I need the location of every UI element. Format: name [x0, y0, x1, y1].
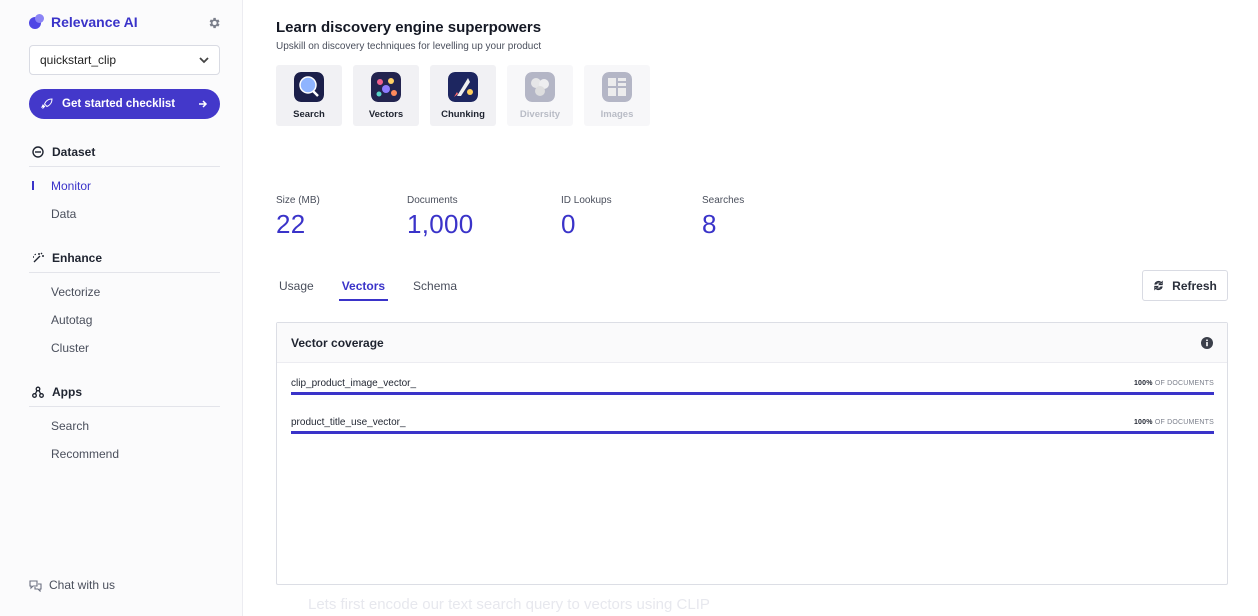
topic-card-vectors[interactable]: Vectors	[353, 65, 419, 126]
divider	[29, 272, 220, 273]
background-content-text: Lets first encode our text search query …	[308, 596, 710, 613]
stat-value: 1,000	[407, 209, 474, 239]
topic-cards: Search Vectors Chunking Diversity Images	[276, 65, 650, 126]
chunking-topic-icon	[448, 72, 478, 102]
page-title: Learn discovery engine superpowers	[276, 19, 542, 36]
dataset-icon	[32, 146, 44, 158]
panel-title: Vector coverage	[291, 335, 384, 350]
topic-label: Diversity	[519, 109, 561, 120]
brand-name: Relevance AI	[51, 14, 138, 30]
get-started-checklist-button[interactable]: Get started checklist	[29, 89, 220, 119]
sidebar-item-data[interactable]: Data	[51, 207, 76, 221]
chat-label: Chat with us	[49, 578, 116, 592]
coverage-percent: 100%	[1133, 419, 1153, 426]
page-subtitle: Upskill on discovery techniques for leve…	[276, 41, 542, 52]
magic-wand-icon	[33, 252, 44, 263]
divider	[29, 166, 220, 167]
topic-card-chunking[interactable]: Chunking	[430, 65, 496, 126]
nav-section-enhance[interactable]: Enhance	[32, 251, 102, 265]
active-indicator	[32, 181, 34, 190]
checklist-label: Get started checklist	[62, 98, 176, 110]
tab-usage[interactable]: Usage	[276, 279, 317, 301]
refresh-button[interactable]: Refresh	[1142, 270, 1228, 301]
dataset-select-value: quickstart_clip	[40, 53, 117, 67]
vector-row: product_title_use_vector_ 100% OF DOCUME…	[291, 417, 1214, 434]
stat-id-lookups: ID Lookups 0	[561, 195, 612, 240]
gear-icon[interactable]	[207, 16, 221, 30]
relevance-logo-icon	[29, 14, 44, 30]
dataset-select[interactable]: quickstart_clip	[29, 45, 220, 75]
nav-section-label: Apps	[52, 385, 82, 399]
vector-row: clip_product_image_vector_ 100% OF DOCUM…	[291, 378, 1214, 395]
topic-label: Images	[600, 109, 634, 120]
coverage-suffix: OF DOCUMENTS	[1154, 380, 1214, 387]
sidebar-item-search[interactable]: Search	[51, 419, 89, 433]
sidebar: Relevance AI quickstart_clip Get started…	[0, 0, 243, 616]
nav-section-label: Enhance	[52, 251, 103, 265]
chat-icon	[29, 579, 42, 592]
topic-label: Search	[293, 109, 325, 120]
stat-label: Documents	[407, 195, 458, 206]
stat-documents: Documents 1,000	[407, 195, 474, 240]
sidebar-item-monitor[interactable]: Monitor	[51, 179, 91, 193]
topic-card-search[interactable]: Search	[276, 65, 342, 126]
coverage-bar-fill	[291, 392, 1214, 395]
tab-vectors[interactable]: Vectors	[338, 279, 389, 301]
sidebar-item-recommend[interactable]: Recommend	[51, 447, 119, 461]
stat-label: Size (MB)	[276, 195, 320, 206]
images-topic-icon	[602, 72, 632, 102]
divider	[29, 406, 220, 407]
topic-card-diversity[interactable]: Diversity	[507, 65, 573, 126]
topic-label: Vectors	[368, 109, 404, 120]
topic-card-images[interactable]: Images	[584, 65, 650, 126]
arrow-right-icon	[199, 100, 208, 108]
vectors-topic-icon	[371, 72, 401, 102]
stat-value: 8	[702, 209, 717, 239]
refresh-icon	[1154, 280, 1163, 291]
coverage-label: 100% OF DOCUMENTS	[1134, 419, 1214, 426]
stat-searches: Searches 8	[702, 195, 744, 240]
diversity-topic-icon	[525, 72, 555, 102]
refresh-label: Refresh	[1172, 278, 1217, 293]
sidebar-item-autotag[interactable]: Autotag	[51, 313, 92, 327]
stat-value: 22	[276, 209, 306, 239]
nav-section-dataset[interactable]: Dataset	[32, 145, 95, 159]
topic-label: Chunking	[441, 109, 485, 120]
coverage-percent: 100%	[1133, 380, 1153, 387]
sidebar-item-vectorize[interactable]: Vectorize	[51, 285, 100, 299]
vector-field-name: product_title_use_vector_	[291, 417, 406, 428]
sidebar-item-cluster[interactable]: Cluster	[51, 341, 89, 355]
chevron-down-icon	[199, 57, 209, 64]
brand[interactable]: Relevance AI	[29, 14, 138, 30]
coverage-bar-fill	[291, 431, 1214, 434]
tab-schema[interactable]: Schema	[410, 279, 460, 301]
coverage-suffix: OF DOCUMENTS	[1154, 419, 1214, 426]
vector-coverage-panel: Vector coverage clip_product_image_vecto…	[276, 322, 1228, 585]
coverage-bar	[291, 431, 1214, 434]
coverage-label: 100% OF DOCUMENTS	[1134, 380, 1214, 387]
search-topic-icon	[294, 72, 324, 102]
tab-bar: Usage Vectors Schema	[276, 279, 482, 301]
nav-section-label: Dataset	[52, 145, 96, 159]
coverage-bar	[291, 392, 1214, 395]
stat-label: ID Lookups	[561, 195, 612, 206]
stat-value: 0	[561, 209, 576, 239]
apps-icon	[32, 386, 44, 398]
rocket-icon	[41, 98, 53, 109]
vector-field-name: clip_product_image_vector_	[291, 378, 417, 389]
stat-size: Size (MB) 22	[276, 195, 320, 240]
panel-header: Vector coverage	[277, 323, 1227, 363]
nav-section-apps[interactable]: Apps	[32, 385, 82, 399]
chat-with-us-button[interactable]: Chat with us	[29, 578, 115, 592]
info-icon[interactable]	[1201, 337, 1213, 349]
stat-label: Searches	[702, 195, 745, 206]
